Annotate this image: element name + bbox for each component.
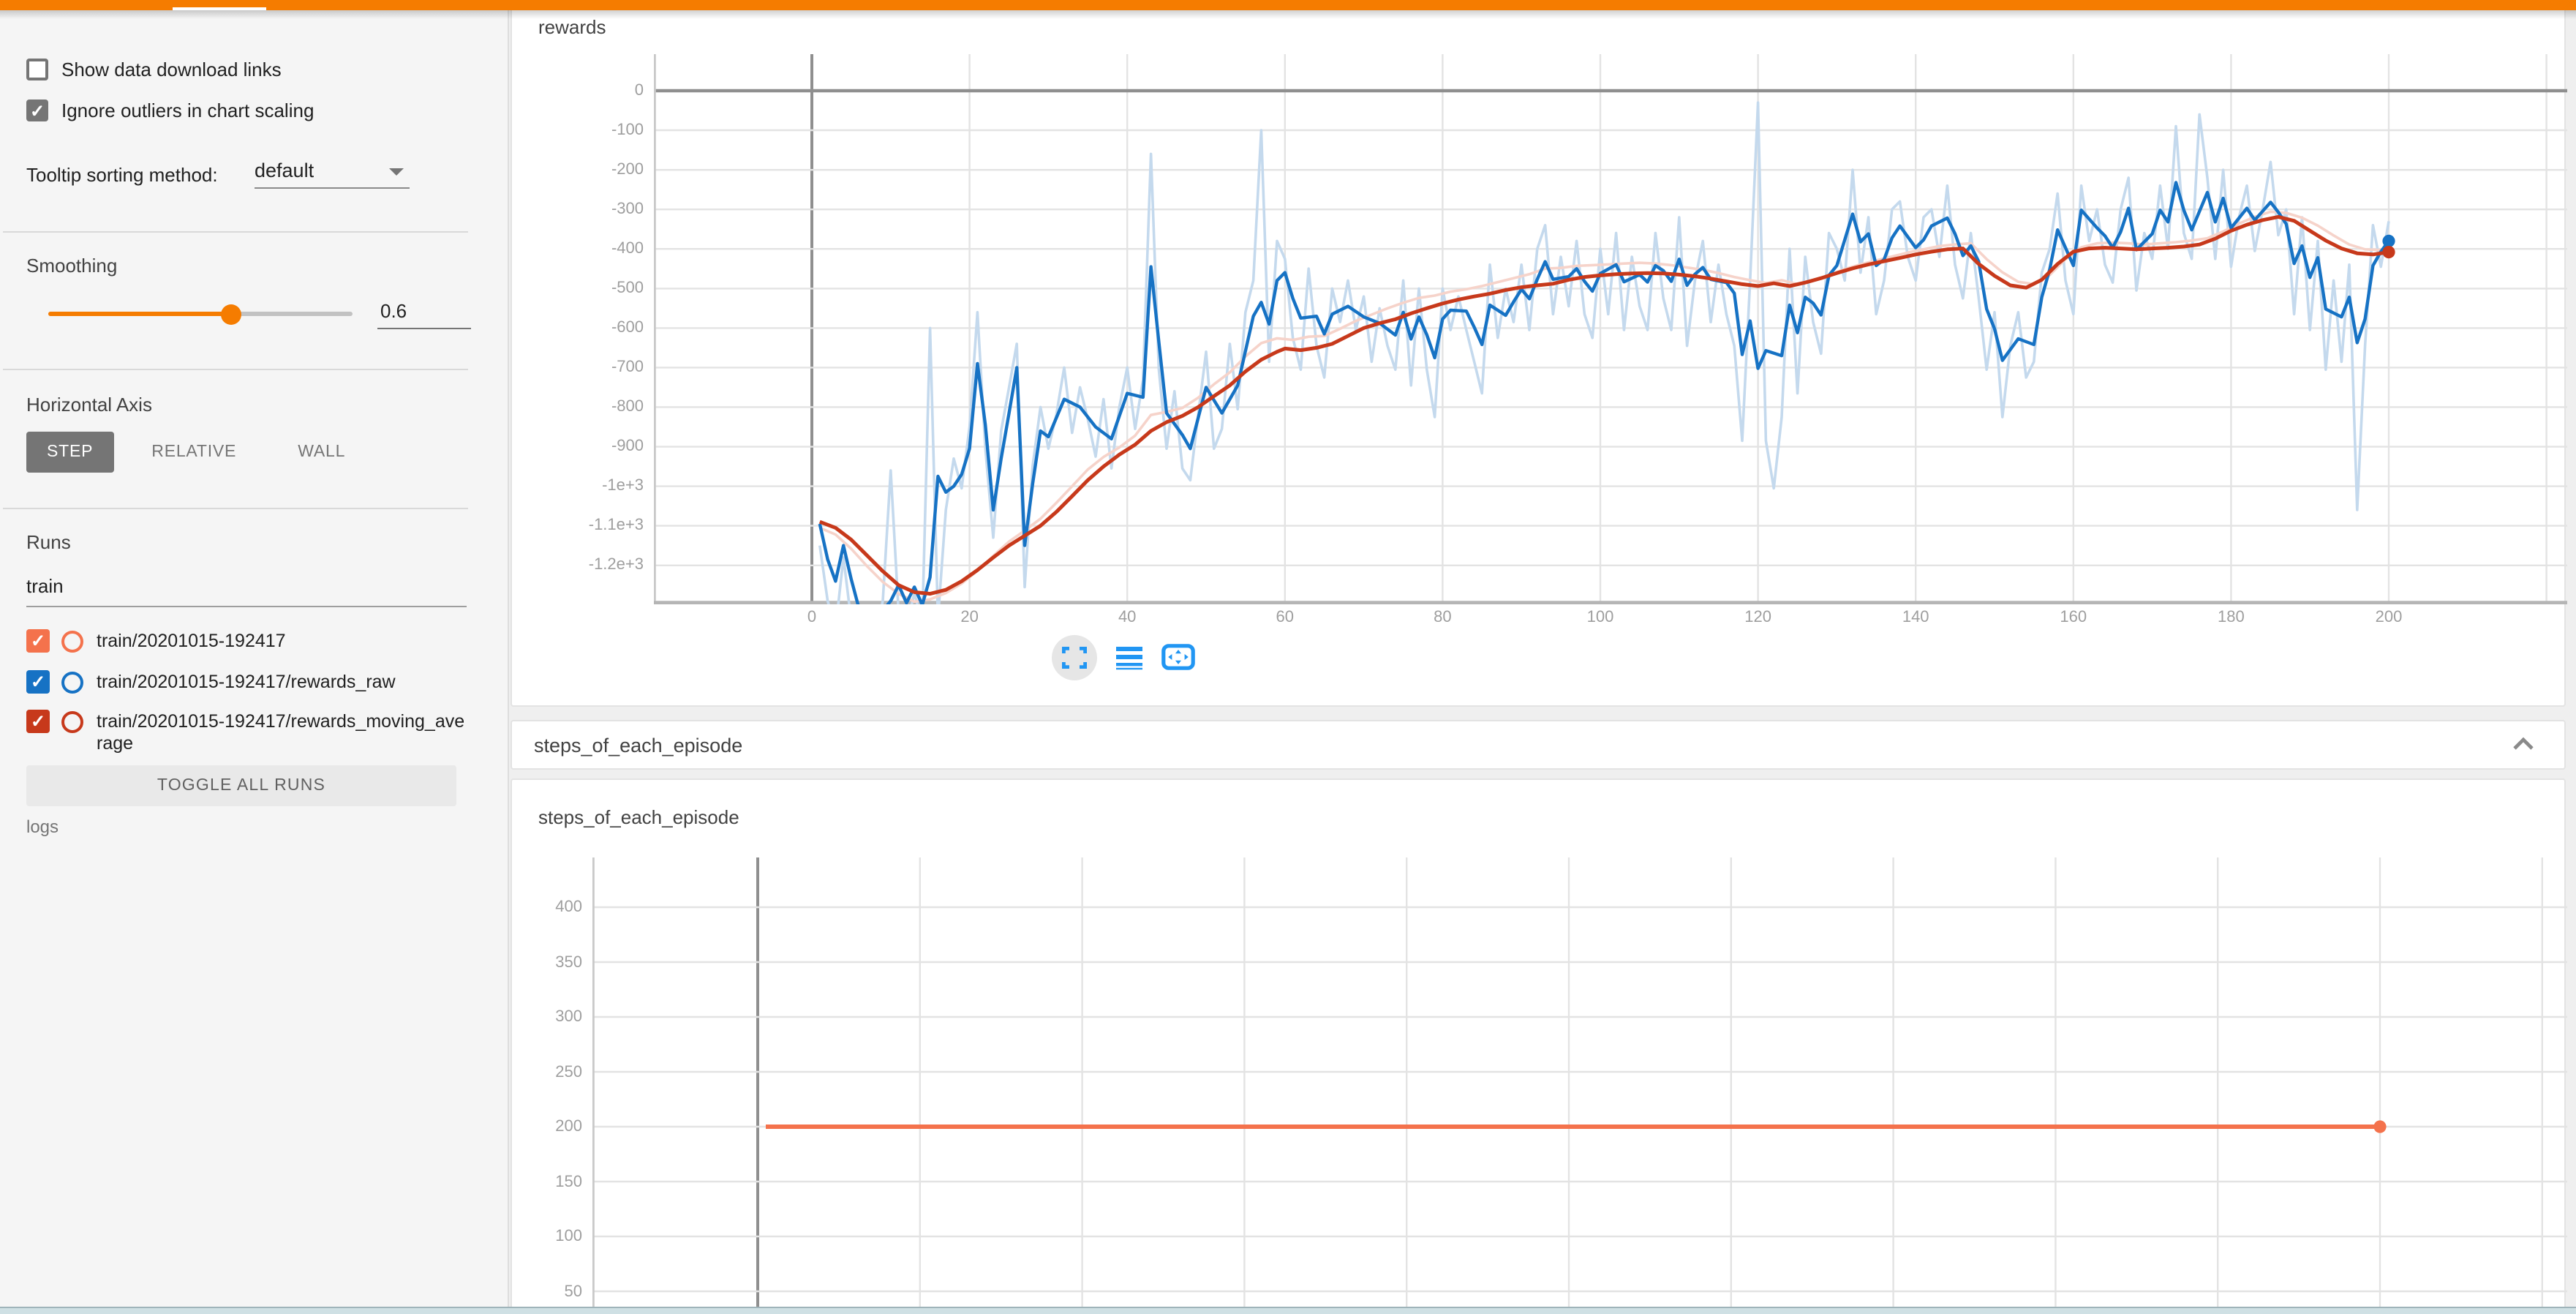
run-label: train/20201015-192417 xyxy=(97,631,465,653)
y-tick-label: -1e+3 xyxy=(562,478,644,495)
x-tick-label: 120 xyxy=(1744,609,1771,626)
y-tick-label: -600 xyxy=(562,319,644,337)
section-title: steps_of_each_episode xyxy=(534,735,742,757)
x-tick-label: 140 xyxy=(1902,609,1929,626)
horizontal-axis-heading: Horizontal Axis xyxy=(26,394,152,416)
run-checkbox[interactable] xyxy=(26,629,50,653)
steps-line-chart[interactable] xyxy=(592,857,2567,1314)
y-tick-label: -900 xyxy=(562,438,644,456)
runs-filter-input[interactable]: train xyxy=(26,575,467,607)
runs-heading: Runs xyxy=(26,531,71,553)
steps-chart-title: steps_of_each_episode xyxy=(538,806,739,828)
y-tick-label: 50 xyxy=(527,1283,582,1300)
section-header[interactable]: steps_of_each_episode xyxy=(511,720,2566,770)
rewards-chart-title: rewards xyxy=(538,16,606,38)
end-dot[interactable] xyxy=(2373,1120,2386,1133)
show-download-links-label: Show data download links xyxy=(61,59,282,80)
y-tick-label: 0 xyxy=(562,82,644,100)
x-tick-label: 80 xyxy=(1434,609,1452,626)
y-tick-label: 100 xyxy=(527,1228,582,1245)
rewards-card: rewards 0 -100 -200 -300 -400 -500 -600 -700 -80… xyxy=(511,10,2566,707)
top-toolbar xyxy=(0,0,2576,10)
y-tick-label: -200 xyxy=(562,161,644,179)
series-rewards_raw_unsmoothed xyxy=(820,102,2389,604)
toggle-all-runs-button[interactable]: TOGGLE ALL RUNS xyxy=(26,765,456,806)
y-tick-label: 350 xyxy=(527,953,582,971)
run-checkbox[interactable] xyxy=(26,670,50,694)
fullscreen-icon xyxy=(1062,646,1087,668)
smoothing-value-field[interactable]: 0.6 xyxy=(377,297,471,329)
divider xyxy=(3,231,468,233)
chart-toolbar xyxy=(1052,634,1195,680)
tooltip-sorting-row: Tooltip sorting method: default xyxy=(26,162,483,189)
x-tick-label: 20 xyxy=(960,609,979,626)
x-tick-label: 160 xyxy=(2060,609,2087,626)
logdir-label: logs xyxy=(26,816,59,837)
run-row[interactable]: train/20201015-192417/rewards_raw xyxy=(26,670,465,694)
x-tick-label: 40 xyxy=(1118,609,1137,626)
end-dot[interactable] xyxy=(2382,235,2395,247)
run-checkbox[interactable] xyxy=(26,710,50,733)
y-tick-label: -400 xyxy=(562,240,644,258)
y-tick-label: -700 xyxy=(562,358,644,376)
steps-card: steps_of_each_episode 400 350 300 250 200 150… xyxy=(511,778,2566,1314)
settings-sidebar: Show data download links Ignore outliers… xyxy=(0,10,509,1314)
tooltip-sorting-label: Tooltip sorting method: xyxy=(26,164,218,186)
show-download-links-checkbox[interactable] xyxy=(26,59,48,80)
run-radio[interactable] xyxy=(61,672,83,694)
run-row[interactable]: train/20201015-192417 xyxy=(26,629,465,653)
divider xyxy=(3,369,468,370)
run-radio[interactable] xyxy=(61,711,83,733)
axis-relative-button[interactable]: RELATIVE xyxy=(134,432,254,473)
tensorboard-scalars-page: Show data download links Ignore outliers… xyxy=(0,0,2576,1314)
rewards-line-chart[interactable] xyxy=(654,54,2567,604)
fullscreen-button[interactable] xyxy=(1052,634,1097,680)
y-tick-label: -100 xyxy=(562,121,644,139)
chevron-down-icon xyxy=(389,168,404,176)
x-tick-label: 200 xyxy=(2376,609,2403,626)
smoothing-slider-thumb[interactable] xyxy=(221,304,241,324)
axis-wall-button[interactable]: WALL xyxy=(280,432,363,473)
bottom-edge xyxy=(0,1307,2576,1314)
tooltip-sorting-value: default xyxy=(255,159,314,181)
run-row[interactable]: train/20201015-192417/rewards_moving_ave… xyxy=(26,710,465,755)
fit-domain-icon[interactable] xyxy=(1161,644,1195,670)
y-tick-label: 400 xyxy=(527,898,582,916)
main-content: rewards 0 -100 -200 -300 -400 -500 -600 -700 -80… xyxy=(509,10,2576,1314)
horizontal-axis-button-group: STEP RELATIVE WALL xyxy=(26,432,363,473)
y-tick-label: -1.2e+3 xyxy=(562,557,644,574)
y-tick-label: -500 xyxy=(562,279,644,297)
show-download-links-row[interactable]: Show data download links xyxy=(26,59,282,80)
x-tick-label: 0 xyxy=(807,609,816,626)
chevron-up-icon[interactable] xyxy=(2512,736,2535,751)
y-tick-label: -1.1e+3 xyxy=(562,517,644,535)
smoothing-slider-fill xyxy=(48,312,231,316)
smoothing-heading: Smoothing xyxy=(26,255,117,277)
x-tick-label: 60 xyxy=(1276,609,1295,626)
y-tick-label: 200 xyxy=(527,1118,582,1135)
run-radio[interactable] xyxy=(61,631,83,653)
end-dot[interactable] xyxy=(2382,246,2395,258)
ignore-outliers-label: Ignore outliers in chart scaling xyxy=(61,100,314,121)
ignore-outliers-checkbox[interactable] xyxy=(26,100,48,121)
active-tab-indicator xyxy=(173,7,266,10)
menu-lines-icon[interactable] xyxy=(1116,645,1142,669)
divider xyxy=(3,508,468,509)
series-rewards_moving_average_smoothed xyxy=(820,217,2389,593)
axis-step-button[interactable]: STEP xyxy=(26,432,113,473)
tooltip-sorting-dropdown[interactable]: default xyxy=(255,158,410,189)
ignore-outliers-row[interactable]: Ignore outliers in chart scaling xyxy=(26,100,314,121)
y-tick-label: 300 xyxy=(527,1008,582,1026)
y-tick-label: 250 xyxy=(527,1063,582,1081)
run-label: train/20201015-192417/rewards_raw xyxy=(97,672,465,694)
smoothing-slider[interactable] xyxy=(48,312,353,316)
y-tick-label: 150 xyxy=(527,1173,582,1190)
x-tick-label: 100 xyxy=(1587,609,1614,626)
x-tick-label: 180 xyxy=(2218,609,2245,626)
run-label: train/20201015-192417/rewards_moving_ave… xyxy=(97,711,465,755)
y-tick-label: -800 xyxy=(562,398,644,416)
y-tick-label: -300 xyxy=(562,200,644,218)
